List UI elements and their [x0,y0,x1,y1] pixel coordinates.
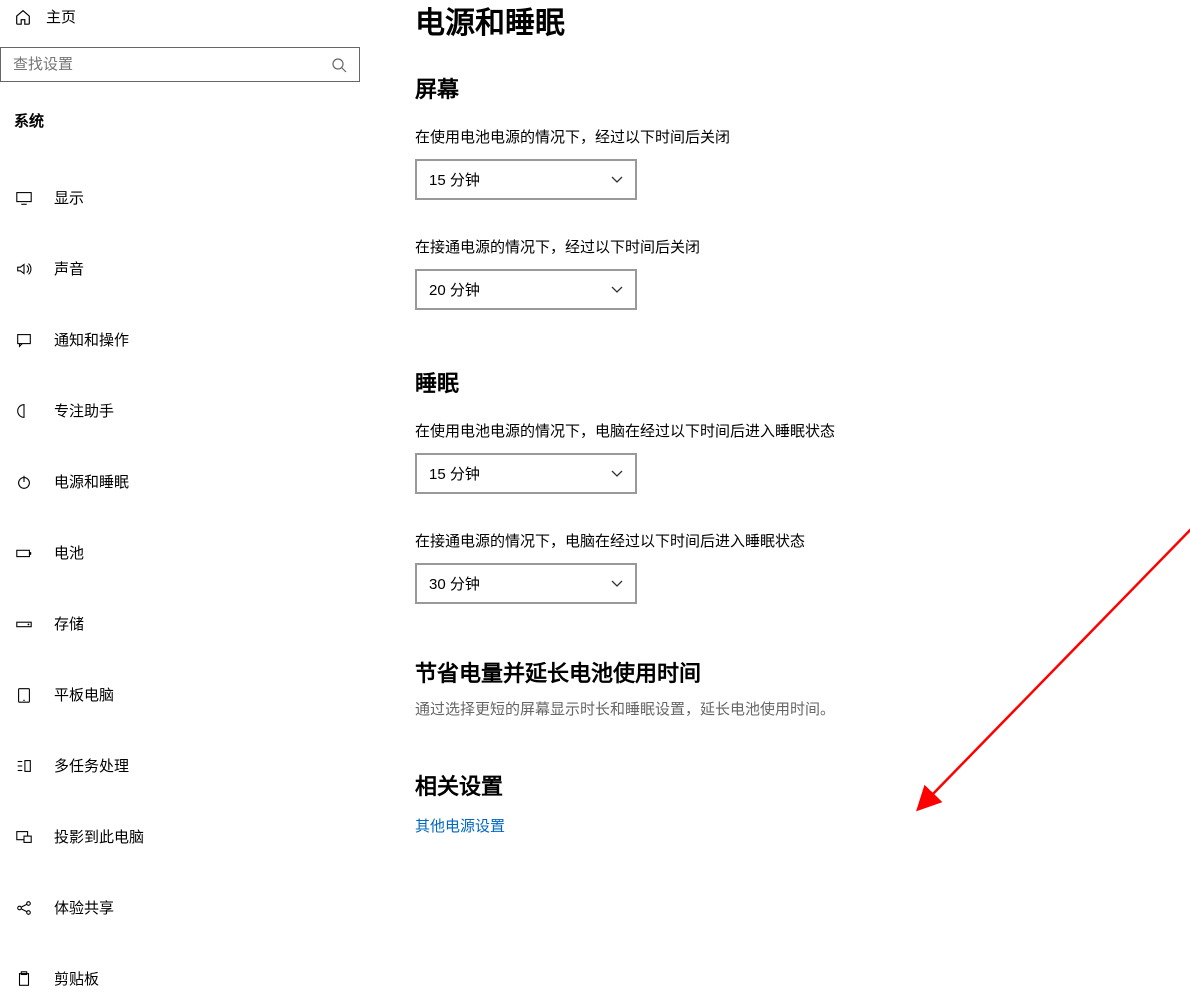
dropdown-value: 20 分钟 [429,279,480,300]
save-power-text: 通过选择更短的屏幕显示时长和睡眠设置，延长电池使用时间。 [415,698,1190,719]
notification-icon [14,330,34,350]
annotation-arrow [910,397,1190,817]
section-title-screen: 屏幕 [415,72,1190,104]
home-label: 主页 [46,6,76,27]
sidebar-item-label: 显示 [54,187,84,208]
sleep-battery-dropdown[interactable]: 15 分钟 [415,453,637,494]
storage-icon [14,614,34,634]
share-icon [14,898,34,918]
sound-icon [14,259,34,279]
multitask-icon [14,756,34,776]
main-content: 电源和睡眠 屏幕 在使用电池电源的情况下，经过以下时间后关闭 15 分钟 在接通… [370,0,1190,899]
sidebar-item-label: 电池 [54,542,84,563]
power-icon [14,472,34,492]
sidebar-item-display[interactable]: 显示 [0,175,370,220]
sidebar-item-share[interactable]: 体验共享 [0,885,370,930]
chevron-down-icon [611,286,623,294]
sidebar-item-label: 电源和睡眠 [54,471,129,492]
sleep-plugged-dropdown[interactable]: 30 分钟 [415,563,637,604]
sleep-battery-label: 在使用电池电源的情况下，电脑在经过以下时间后进入睡眠状态 [415,420,1190,441]
sidebar-item-multitask[interactable]: 多任务处理 [0,743,370,788]
sidebar-item-focus[interactable]: 专注助手 [0,388,370,433]
page-title: 电源和睡眠 [415,0,1190,42]
home-link[interactable]: 主页 [0,0,370,33]
sidebar-item-clipboard[interactable]: 剪贴板 [0,956,370,1001]
sidebar-item-project[interactable]: 投影到此电脑 [0,814,370,859]
chevron-down-icon [611,470,623,478]
sidebar-item-notifications[interactable]: 通知和操作 [0,317,370,362]
other-power-settings-link[interactable]: 其他电源设置 [415,818,505,835]
search-input[interactable] [13,56,331,73]
dropdown-value: 15 分钟 [429,169,480,190]
nav-list: 显示 声音 通知和操作 专注助手 电源和睡眠 [0,175,370,1001]
clipboard-icon [14,969,34,989]
sidebar-item-label: 存储 [54,613,84,634]
dropdown-value: 15 分钟 [429,463,480,484]
section-title-sleep: 睡眠 [415,366,1190,398]
sidebar-item-label: 体验共享 [54,897,114,918]
sidebar-item-label: 平板电脑 [54,684,114,705]
search-box[interactable] [0,47,360,82]
battery-icon [14,543,34,563]
sidebar-item-label: 多任务处理 [54,755,129,776]
sidebar: 主页 系统 显示 声音 通知和操作 [0,0,370,899]
sidebar-item-label: 投影到此电脑 [54,826,144,847]
save-power-title: 节省电量并延长电池使用时间 [415,656,1190,688]
sidebar-item-power[interactable]: 电源和睡眠 [0,459,370,504]
project-icon [14,827,34,847]
focus-icon [14,401,34,421]
dropdown-value: 30 分钟 [429,573,480,594]
related-title: 相关设置 [415,769,1190,801]
screen-battery-label: 在使用电池电源的情况下，经过以下时间后关闭 [415,126,1190,147]
tablet-icon [14,685,34,705]
sidebar-item-label: 通知和操作 [54,329,129,350]
sidebar-item-battery[interactable]: 电池 [0,530,370,575]
chevron-down-icon [611,580,623,588]
screen-battery-dropdown[interactable]: 15 分钟 [415,159,637,200]
display-icon [14,188,34,208]
sidebar-item-storage[interactable]: 存储 [0,601,370,646]
chevron-down-icon [611,176,623,184]
screen-plugged-dropdown[interactable]: 20 分钟 [415,269,637,310]
screen-plugged-label: 在接通电源的情况下，经过以下时间后关闭 [415,236,1190,257]
category-label: 系统 [0,82,370,145]
sidebar-item-label: 声音 [54,258,84,279]
search-icon [331,57,347,73]
sidebar-item-label: 专注助手 [54,400,114,421]
sleep-plugged-label: 在接通电源的情况下，电脑在经过以下时间后进入睡眠状态 [415,530,1190,551]
sidebar-item-label: 剪贴板 [54,968,99,989]
sidebar-item-tablet[interactable]: 平板电脑 [0,672,370,717]
home-icon [14,8,32,26]
sidebar-item-sound[interactable]: 声音 [0,246,370,291]
